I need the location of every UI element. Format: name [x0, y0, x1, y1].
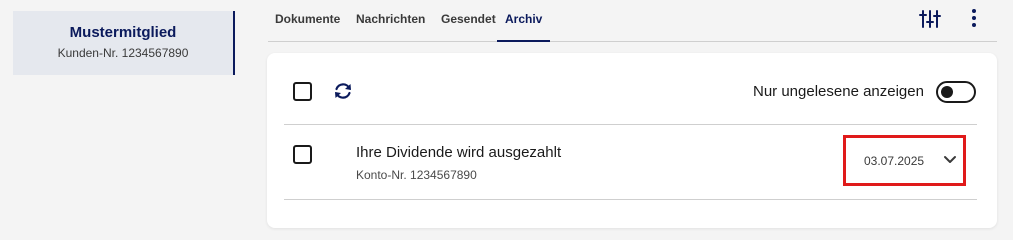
date-expand-button[interactable]: 03.07.2025	[843, 135, 966, 186]
toggle-knob	[941, 86, 953, 98]
message-date: 03.07.2025	[864, 154, 925, 168]
message-title[interactable]: Ihre Dividende wird ausgezahlt	[356, 144, 561, 161]
member-name: Mustermitglied	[69, 24, 177, 41]
more-menu-button[interactable]	[968, 8, 980, 30]
unread-only-label: Nur ungelesene anzeigen	[753, 83, 924, 100]
divider	[284, 124, 977, 125]
message-checkbox[interactable]	[293, 145, 312, 164]
select-all-checkbox[interactable]	[293, 82, 312, 101]
more-vertical-icon	[972, 9, 976, 27]
refresh-icon	[335, 83, 351, 99]
tab-gesendet[interactable]: Gesendet	[441, 12, 496, 42]
tab-dokumente[interactable]: Dokumente	[275, 12, 340, 42]
unread-only-toggle[interactable]	[936, 81, 976, 103]
tab-archiv[interactable]: Archiv	[497, 12, 551, 42]
customer-number: Kunden-Nr. 1234567890	[57, 46, 189, 60]
filter-button[interactable]	[919, 8, 941, 30]
tab-bar: Dokumente Nachrichten Gesendet Archiv	[268, 0, 997, 42]
message-account: Konto-Nr. 1234567890	[356, 168, 477, 182]
member-card[interactable]: Mustermitglied Kunden-Nr. 1234567890	[13, 11, 235, 75]
divider	[284, 199, 977, 200]
sliders-icon	[919, 10, 941, 28]
message-panel: Nur ungelesene anzeigen Ihre Dividende w…	[267, 53, 997, 228]
refresh-button[interactable]	[332, 80, 354, 102]
chevron-down-icon	[944, 156, 956, 163]
tab-nachrichten[interactable]: Nachrichten	[356, 12, 425, 42]
